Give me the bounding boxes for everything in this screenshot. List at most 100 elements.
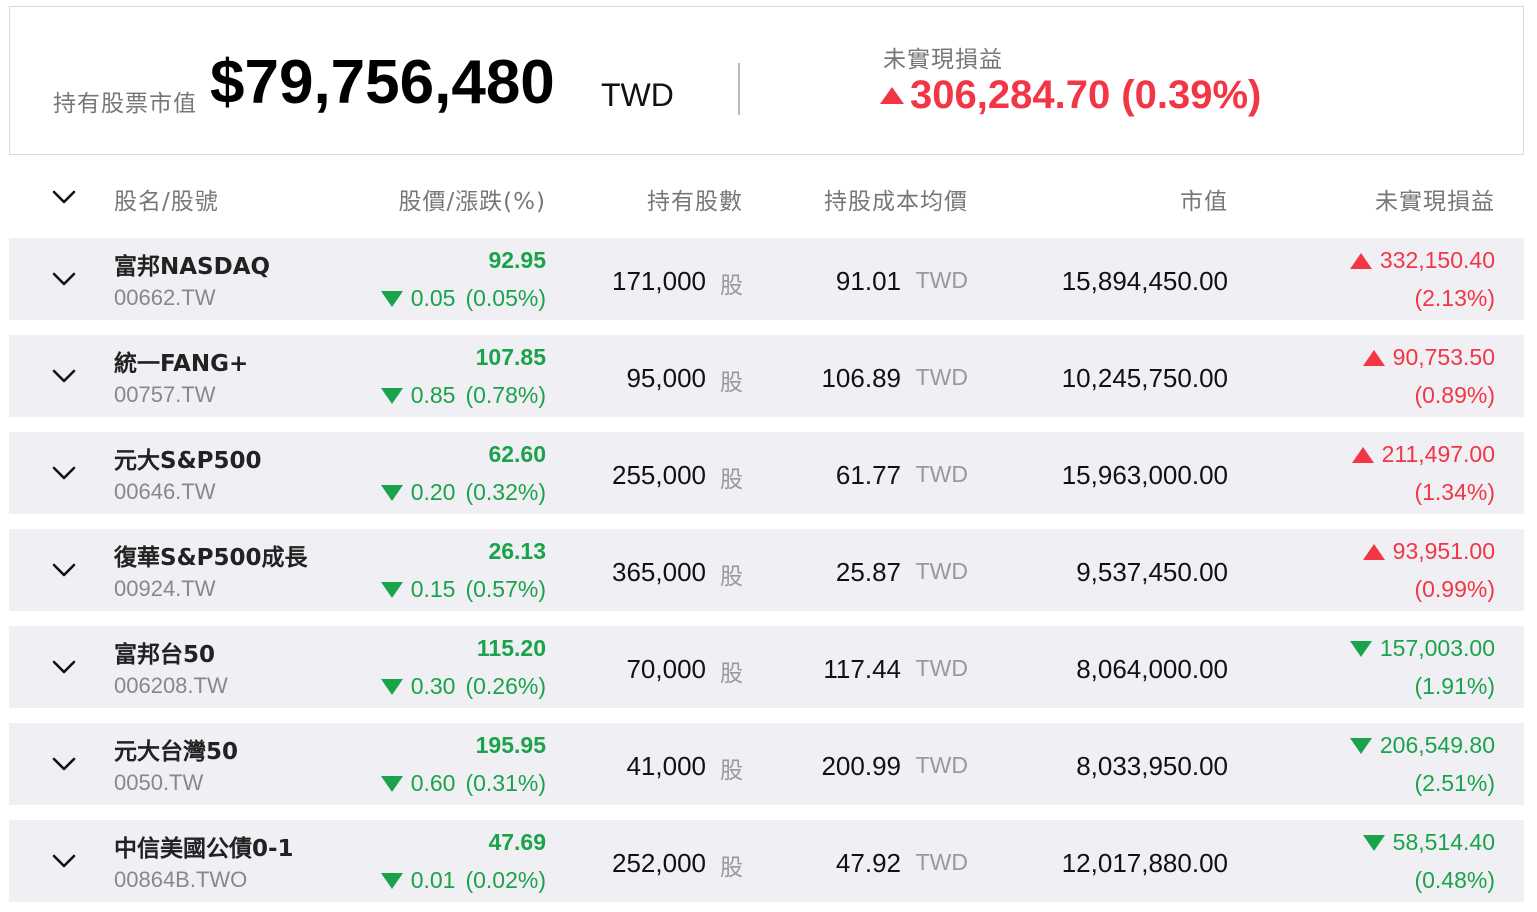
market-value-label: 持有股票市值 [53, 91, 197, 117]
holding-row[interactable]: 復華S&P500成長 00924.TW 26.13 0.15 (0.57%) 365,00… [9, 529, 1524, 611]
stock-code: 00757.TW [114, 382, 216, 407]
holding-row[interactable]: 元大S&P500 00646.TW 62.60 0.20 (0.32%) 255,000 股… [9, 432, 1524, 514]
unrealized-pl-value: 211,497.00 [1381, 441, 1495, 467]
stock-price: 26.13 [488, 538, 546, 564]
stock-code: 0050.TW [114, 770, 204, 795]
expand-row-toggle[interactable] [46, 261, 82, 297]
triangle-down-icon [1349, 737, 1372, 754]
column-header-shares[interactable]: 持有股數 [647, 182, 743, 216]
price-change-percent: (0.05%) [465, 285, 546, 311]
triangle-up-icon [1362, 349, 1385, 366]
triangle-up-icon [1362, 543, 1385, 560]
stock-price: 107.85 [475, 344, 546, 370]
market-value-cell: 8,033,950.00 [1076, 751, 1228, 781]
column-header-market-value[interactable]: 市值 [1180, 182, 1228, 216]
stock-price: 62.60 [488, 441, 546, 467]
stock-code: 00646.TW [114, 479, 216, 504]
unrealized-pl: 93,951.00 [1362, 538, 1495, 565]
stock-name[interactable]: 富邦NASDAQ [114, 247, 270, 281]
expand-row-toggle[interactable] [46, 746, 82, 782]
avg-cost: 91.01 [835, 266, 901, 296]
expand-row-toggle[interactable] [46, 552, 82, 588]
holding-row[interactable]: 統一FANG+ 00757.TW 107.85 0.85 (0.78%) 95,000 股 1… [9, 335, 1524, 417]
unrealized-pl-value: 206,549.80 [1379, 732, 1495, 758]
holding-row[interactable]: 富邦NASDAQ 00662.TW 92.95 0.05 (0.05%) 171,000 股… [9, 238, 1524, 320]
unrealized-pl: 211,497.00 [1351, 441, 1495, 468]
avg-cost: 61.77 [835, 460, 901, 490]
avg-cost: 25.87 [835, 557, 901, 587]
shares-unit: 股 [720, 370, 743, 396]
price-change-percent: (0.31%) [465, 770, 546, 796]
unrealized-pl-percent: (2.13%) [1414, 285, 1495, 311]
shares-unit: 股 [720, 758, 743, 784]
column-header-avg-cost[interactable]: 持股成本均價 [824, 182, 968, 216]
chevron-down-icon [52, 272, 76, 286]
chevron-down-icon [52, 190, 76, 204]
price-change-value: 0.85 [410, 382, 456, 408]
stock-name[interactable]: 中信美國公債0-1 [114, 829, 294, 863]
price-change: 0.05 (0.05%) [380, 285, 546, 312]
unrealized-pl-percent: (1.91%) [1414, 673, 1495, 699]
chevron-down-icon [52, 660, 76, 674]
avg-cost-currency: TWD [915, 849, 968, 875]
stock-price: 195.95 [475, 732, 546, 758]
stock-code: 00662.TW [114, 285, 216, 310]
chevron-down-icon [52, 563, 76, 577]
summary-divider [738, 63, 740, 115]
triangle-down-icon [380, 775, 403, 792]
price-change-value: 0.05 [410, 285, 456, 311]
unrealized-pl: 58,514.40 [1362, 829, 1495, 856]
price-change-percent: (0.32%) [465, 479, 546, 505]
market-value-cell: 9,537,450.00 [1076, 557, 1228, 587]
stock-name[interactable]: 富邦台50 [114, 635, 215, 669]
unrealized-pl-percent: (0.99%) [1414, 576, 1495, 602]
expand-row-toggle[interactable] [46, 843, 82, 879]
column-header-price[interactable]: 股價/漲跌(%) [398, 182, 546, 216]
holding-row[interactable]: 富邦台50 006208.TW 115.20 0.30 (0.26%) 70,000 股 11… [9, 626, 1524, 708]
shares-held: 95,000 [626, 363, 706, 393]
stock-name[interactable]: 統一FANG+ [114, 344, 248, 378]
triangle-down-icon [380, 678, 403, 695]
collapse-all-toggle[interactable] [46, 179, 82, 215]
stock-name[interactable]: 復華S&P500成長 [114, 538, 308, 572]
expand-row-toggle[interactable] [46, 455, 82, 491]
avg-cost-currency: TWD [915, 752, 968, 778]
unrealized-pl: 206,549.80 [1349, 732, 1495, 759]
price-change: 0.60 (0.31%) [380, 770, 546, 797]
column-header-name[interactable]: 股名/股號 [114, 182, 219, 216]
unrealized-pl: 90,753.50 [1362, 344, 1495, 371]
shares-unit: 股 [720, 273, 743, 299]
expand-row-toggle[interactable] [46, 649, 82, 685]
holding-row[interactable]: 元大台灣50 0050.TW 195.95 0.60 (0.31%) 41,000 股 200… [9, 723, 1524, 805]
stock-name[interactable]: 元大台灣50 [114, 732, 238, 766]
price-change: 0.15 (0.57%) [380, 576, 546, 603]
stock-name[interactable]: 元大S&P500 [114, 441, 262, 475]
chevron-down-icon [52, 466, 76, 480]
price-change-percent: (0.26%) [465, 673, 546, 699]
price-change-percent: (0.78%) [465, 382, 546, 408]
unrealized-total: 306,284.70 (0.39%) [880, 73, 1261, 118]
price-change: 0.30 (0.26%) [380, 673, 546, 700]
avg-cost-currency: TWD [915, 655, 968, 681]
shares-unit: 股 [720, 564, 743, 590]
holding-row[interactable]: 中信美國公債0-1 00864B.TWO 47.69 0.01 (0.02%) 252,0… [9, 820, 1524, 902]
stock-code: 006208.TW [114, 673, 228, 698]
unrealized-pl-value: 90,753.50 [1392, 344, 1495, 370]
shares-held: 252,000 [612, 848, 706, 878]
chevron-down-icon [52, 854, 76, 868]
shares-unit: 股 [720, 855, 743, 881]
unrealized-pl: 157,003.00 [1349, 635, 1495, 662]
triangle-down-icon [380, 581, 403, 598]
market-value-cell: 10,245,750.00 [1061, 363, 1228, 393]
unrealized-pl-value: 58,514.40 [1392, 829, 1495, 855]
unrealized-pl-value: 93,951.00 [1392, 538, 1495, 564]
triangle-down-icon [380, 290, 403, 307]
unrealized-pl-percent: (2.51%) [1414, 770, 1495, 796]
shares-held: 255,000 [612, 460, 706, 490]
expand-row-toggle[interactable] [46, 358, 82, 394]
market-value-cell: 12,017,880.00 [1061, 848, 1228, 878]
price-change: 0.20 (0.32%) [380, 479, 546, 506]
column-header-unrealized[interactable]: 未實現損益 [1375, 182, 1495, 216]
triangle-down-icon [380, 872, 403, 889]
triangle-down-icon [380, 484, 403, 501]
